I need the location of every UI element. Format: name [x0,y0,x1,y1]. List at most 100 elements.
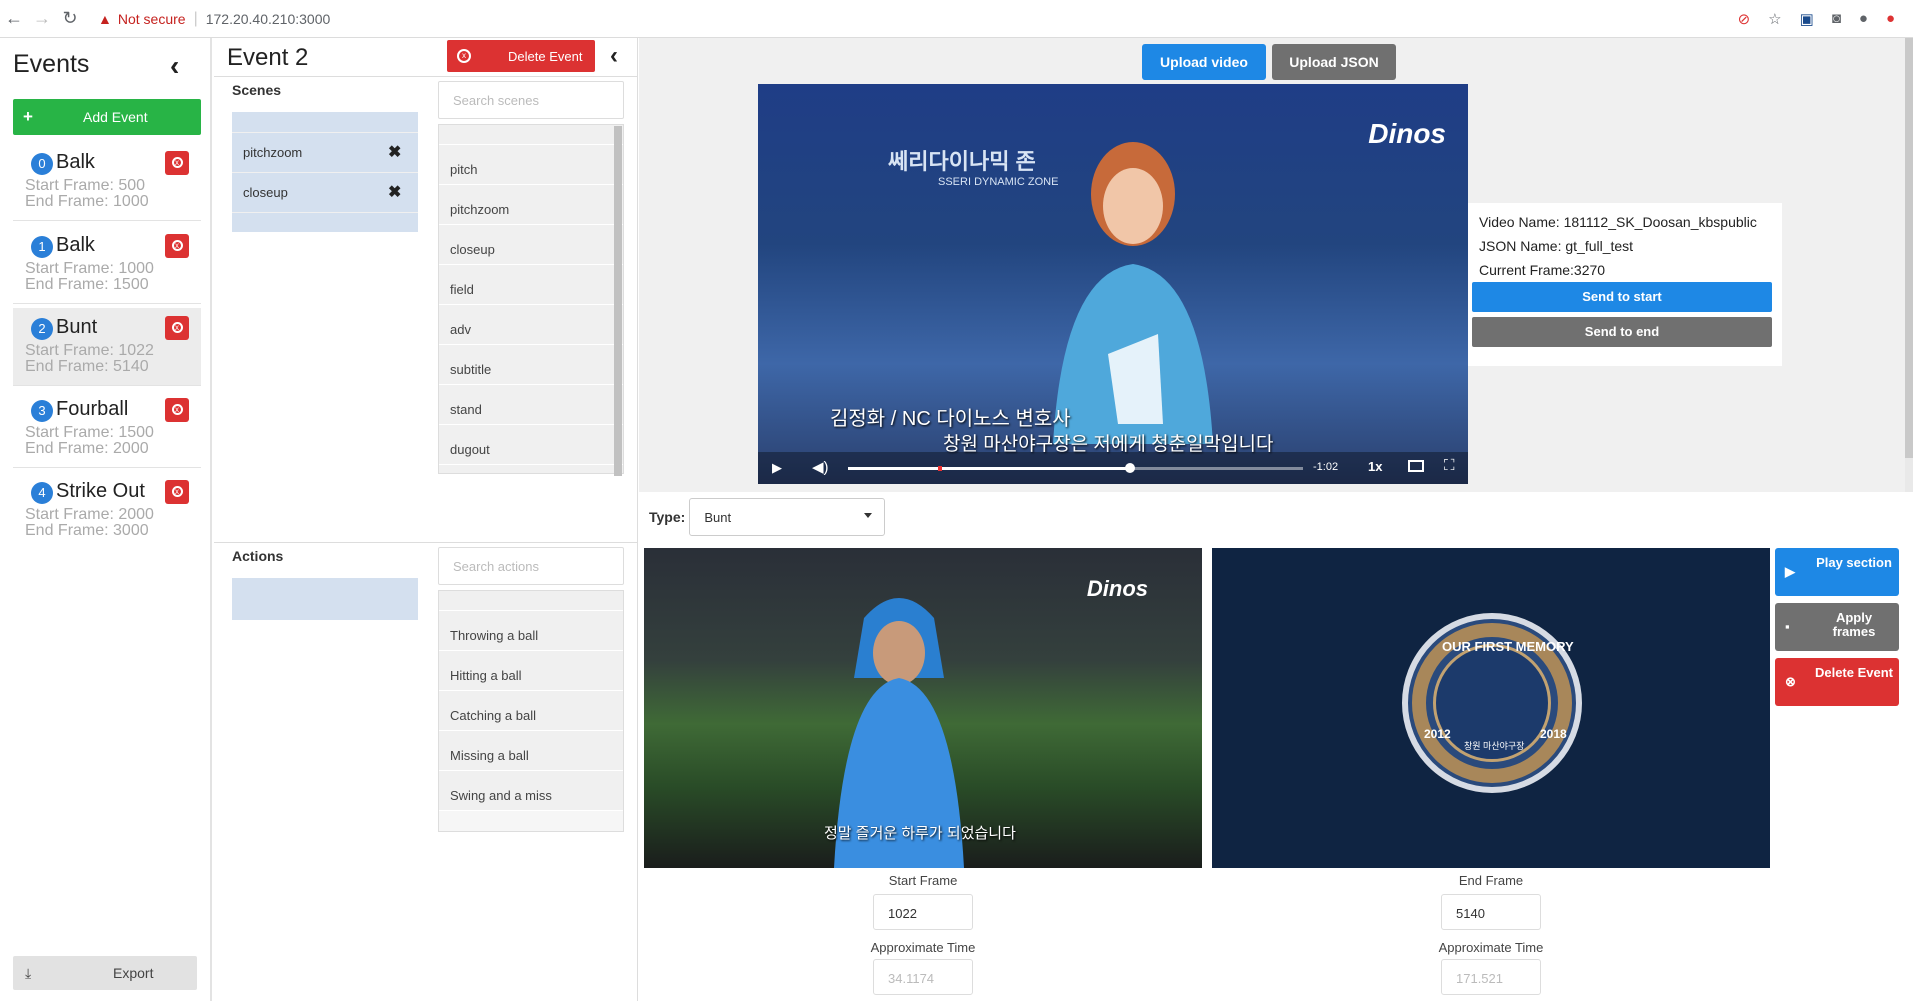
divider [214,542,638,543]
events-title: Events [13,50,90,78]
anniversary-emblem: OUR FIRST MEMORY 2012 2018 창원 마산야구장 [1402,613,1582,793]
extension-icon[interactable]: ▣ [1800,10,1814,28]
delete-event-icon[interactable]: x [165,316,189,340]
warning-icon: ▲ [98,10,112,27]
action-option[interactable]: Swing and a miss [439,771,623,811]
scene-option[interactable]: adv [439,305,623,345]
export-label: Export [113,965,154,981]
event-item[interactable]: 1 Balk Start Frame: 1000 End Frame: 1500… [13,226,201,304]
scene-option[interactable]: field [439,265,623,305]
type-select[interactable]: Bunt [689,498,886,536]
video-player[interactable]: 쎄리다이나믹 존 SSERI DYNAMIC ZONE Dinos 김정화 / … [758,84,1468,484]
apply-frames-button[interactable]: ▪ Apply frames [1775,603,1899,651]
delete-event-icon[interactable]: x [165,151,189,175]
presenter-figure [1053,142,1213,444]
event-index-badge: 3 [31,400,53,422]
scene-option[interactable]: closeup [439,225,623,265]
scene-option[interactable]: pitch [439,145,623,185]
action-option[interactable]: Throwing a ball [439,611,623,651]
send-to-start-button[interactable]: Send to start [1472,282,1772,312]
video-subtitle-line-1: 김정화 / NC 다이노스 변호사 [830,408,1071,430]
delete-event-icon[interactable]: x [165,480,189,504]
scrollbar-thumb[interactable] [1905,38,1913,458]
delete-event-button[interactable]: x Delete Event [447,40,595,72]
browser-toolbar: ← → ↻ ▲ Not secure | 172.20.40.210:3000 … [0,0,1913,38]
scene-option[interactable]: stand [439,385,623,425]
back-icon[interactable]: ← [0,8,28,29]
camera-icon[interactable]: ◙ [1832,10,1841,28]
delete-event-icon[interactable]: x [165,398,189,422]
add-event-button[interactable]: + Add Event [13,99,201,135]
start-time-input: 34.1174 [873,959,973,995]
playback-speed[interactable]: 1x [1368,459,1382,474]
url-separator: | [193,9,198,27]
event-end-frame: End Frame: 3000 [25,522,149,539]
end-frame-input[interactable]: 5140 [1441,894,1541,930]
action-option[interactable]: Catching a ball [439,691,623,731]
delete-event-label: Delete Event [508,48,583,64]
download-icon: ⤓ [25,964,32,981]
forward-icon[interactable]: → [28,8,56,29]
video-controls: ▶ ◀) -1:02 1x ⛶ [758,452,1468,484]
update-icon[interactable]: ● [1886,10,1895,28]
start-frame-input[interactable]: 1022 [873,894,973,930]
selected-actions-box [232,578,418,620]
action-option[interactable]: Hitting a ball [439,651,623,691]
plus-icon: + [23,107,33,126]
type-label: Type: [649,509,686,525]
action-option[interactable]: Missing a ball [439,731,623,771]
volume-icon[interactable]: ◀) [812,458,829,476]
upload-video-button[interactable]: Upload video [1142,44,1266,80]
event-end-frame: End Frame: 5140 [25,358,149,375]
event-item-selected[interactable]: 2 Bunt Start Frame: 1022 End Frame: 5140… [13,308,201,386]
event-item[interactable]: 4 Strike Out Start Frame: 2000 End Frame… [13,472,201,550]
collapse-event-icon[interactable]: ‹ [610,42,618,70]
start-frame-control: Start Frame 1022 Approximate Time 34.117… [823,873,1023,995]
event-detail-panel: Event 2 x Delete Event ‹ Scenes pitchzoo… [214,38,638,1001]
security-status[interactable]: Not secure [118,11,186,27]
dinos-logo: Dinos [1086,576,1148,601]
event-name: Bunt [56,316,98,338]
reload-icon[interactable]: ↻ [56,8,84,29]
play-section-button[interactable]: ▶ Play section [1775,548,1899,596]
scene-list-scrollbar[interactable] [614,126,622,476]
blocked-icon[interactable]: ⊘ [1738,10,1751,28]
send-to-end-button[interactable]: Send to end [1472,317,1772,347]
video-name: Video Name: 181112_SK_Doosan_kbspublic [1479,214,1757,230]
seek-handle[interactable] [1125,463,1136,473]
video-seek-bar[interactable] [848,463,1303,473]
event-item[interactable]: 3 Fourball Start Frame: 1500 End Frame: … [13,390,201,468]
scene-option[interactable]: pitchzoom [439,185,623,225]
selected-scene-item[interactable]: pitchzoom ✖ [232,132,418,172]
play-section-label: Play section [1816,555,1892,570]
picture-in-picture-icon[interactable] [1408,460,1424,472]
event-name: Strike Out [56,480,145,502]
delete-event-icon[interactable]: x [165,234,189,258]
scene-option[interactable]: sketch [439,465,623,473]
bookmark-star-icon[interactable]: ☆ [1768,10,1781,28]
selected-scene-item[interactable]: closeup ✖ [232,172,418,212]
list-spacer [439,125,623,145]
profile-avatar-icon[interactable]: ● [1859,10,1868,28]
fullscreen-icon[interactable]: ⛶ [1444,457,1455,474]
start-frame-preview: Dinos 정말 즐거운 하루가 되었습니다 [644,548,1202,868]
scene-search-input[interactable] [438,81,624,119]
event-item[interactable]: 0 Balk Start Frame: 500 End Frame: 1000 … [13,143,201,221]
emblem-year-start: 2012 [1424,727,1451,741]
address-bar[interactable]: 172.20.40.210:3000 [206,11,331,27]
export-button[interactable]: ⤓ Export [13,956,197,990]
scenes-title: Scenes [232,82,282,98]
scrollbar-thumb[interactable] [614,126,622,476]
action-search-input[interactable] [438,547,624,585]
end-frame-preview: OUR FIRST MEMORY 2012 2018 창원 마산야구장 [1212,548,1770,868]
upload-json-button[interactable]: Upload JSON [1272,44,1396,80]
remove-icon[interactable]: ✖ [388,182,401,202]
scene-option[interactable]: dugout [439,425,623,465]
delete-event-side-button[interactable]: ⊗ Delete Event [1775,658,1899,706]
scene-option[interactable]: subtitle [439,345,623,385]
play-icon[interactable]: ▶ [772,460,782,476]
emblem-name: 창원 마산야구장 [1464,741,1525,751]
page-scrollbar[interactable] [1905,38,1913,492]
remove-icon[interactable]: ✖ [388,142,401,162]
collapse-events-icon[interactable]: ‹ [170,50,179,82]
